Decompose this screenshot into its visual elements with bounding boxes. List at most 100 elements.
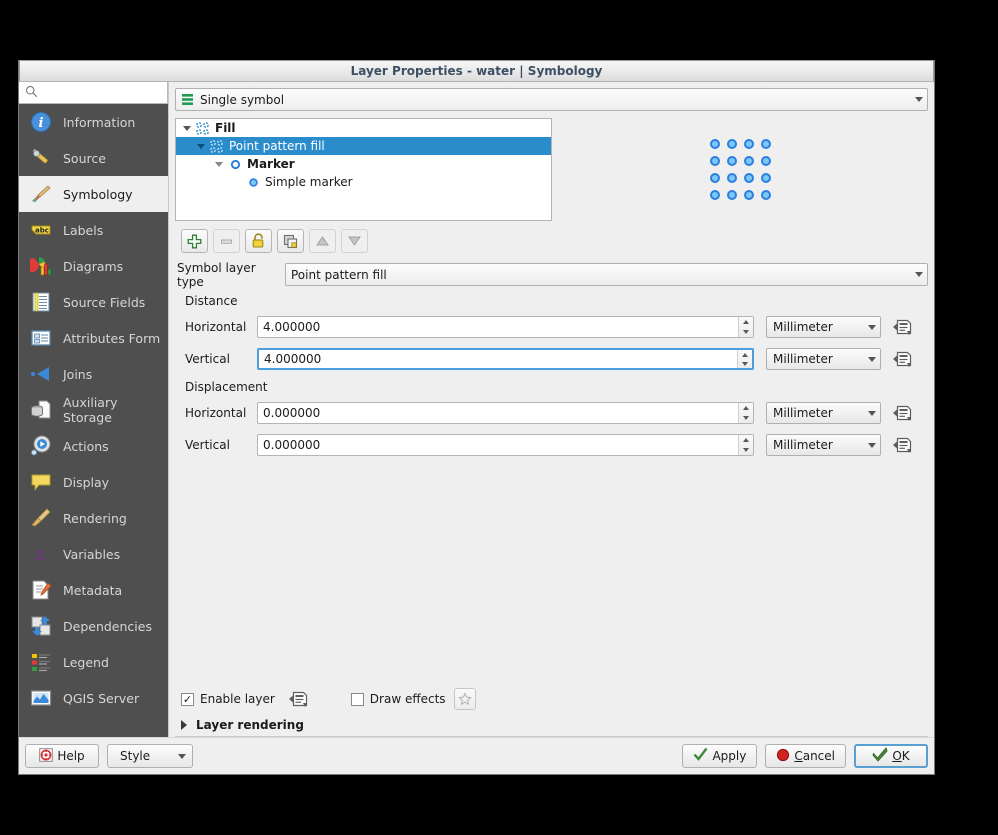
- sidebar-item-display[interactable]: Display: [19, 464, 168, 500]
- abc-icon: abc: [29, 218, 53, 242]
- symbol-layers-tree[interactable]: Fill Point pattern fill: [175, 118, 552, 221]
- add-symbol-layer-button[interactable]: [181, 229, 208, 253]
- sidebar-item-qgis-server[interactable]: QGIS Server: [19, 680, 168, 716]
- unit-label: Millimeter: [773, 406, 862, 420]
- sidebar-item-label: Legend: [63, 655, 109, 670]
- displacement-horizontal-input[interactable]: [258, 403, 738, 423]
- expand-toggle[interactable]: [194, 144, 208, 149]
- renderer-type-label: Single symbol: [200, 93, 909, 107]
- distance-vertical-data-defined-override-button[interactable]: [891, 348, 913, 370]
- preview-dot: [710, 173, 720, 183]
- distance-vertical-input[interactable]: [259, 350, 737, 368]
- draw-effects-settings-button[interactable]: [454, 688, 476, 710]
- duplicate-symbol-layer-button[interactable]: [277, 229, 304, 253]
- move-up-button[interactable]: [309, 229, 336, 253]
- distance-vertical-spinbox[interactable]: [257, 348, 754, 370]
- preview-dot: [744, 139, 754, 149]
- sidebar-item-metadata[interactable]: Metadata: [19, 572, 168, 608]
- spin-down-button[interactable]: [739, 413, 753, 423]
- style-button[interactable]: Style: [107, 744, 193, 768]
- spin-down-button[interactable]: [738, 359, 752, 368]
- sidebar-item-symbology[interactable]: Symbology: [19, 176, 168, 212]
- display-icon: [29, 470, 53, 494]
- sidebar-item-variables[interactable]: ε Variables: [19, 536, 168, 572]
- draw-effects-checkbox[interactable]: [351, 693, 364, 706]
- sidebar-item-actions[interactable]: Actions: [19, 428, 168, 464]
- displacement-vertical-spinbox[interactable]: [257, 434, 754, 456]
- server-icon: [29, 686, 53, 710]
- enable-layer-checkbox[interactable]: ✓: [181, 693, 194, 706]
- spin-buttons[interactable]: [737, 350, 752, 368]
- displacement-horizontal-data-defined-override-button[interactable]: [891, 402, 913, 424]
- displacement-vertical-unit-combo[interactable]: Millimeter: [766, 434, 881, 456]
- renderer-type-combo[interactable]: Single symbol: [175, 88, 928, 111]
- lock-layer-color-button[interactable]: [245, 229, 272, 253]
- tree-row[interactable]: Simple marker: [176, 173, 551, 191]
- spin-up-button[interactable]: [738, 350, 752, 359]
- point-pattern-fill-icon: [194, 122, 212, 135]
- ok-button-label: OK: [892, 749, 909, 763]
- spin-buttons[interactable]: [738, 435, 753, 455]
- sidebar-item-joins[interactable]: Joins: [19, 356, 168, 392]
- tree-row[interactable]: Fill: [176, 119, 551, 137]
- symbol-layer-form: Symbol layer type Point pattern fill Dis…: [175, 260, 928, 461]
- chevron-down-icon: [178, 754, 186, 759]
- help-button[interactable]: Help: [25, 744, 99, 768]
- layer-rendering-section-toggle[interactable]: Layer rendering: [175, 713, 928, 737]
- preview-dot: [727, 190, 737, 200]
- preview-dot: [727, 139, 737, 149]
- help-icon: [39, 748, 53, 765]
- cancel-button[interactable]: Cancel: [765, 744, 846, 768]
- sidebar-item-rendering[interactable]: Rendering: [19, 500, 168, 536]
- sidebar-item-diagrams[interactable]: Diagrams: [19, 248, 168, 284]
- spin-up-button[interactable]: [739, 403, 753, 413]
- spin-buttons[interactable]: [738, 403, 753, 423]
- displacement-vertical-data-defined-override-button[interactable]: [891, 434, 913, 456]
- spin-buttons[interactable]: [738, 317, 753, 337]
- distance-horizontal-input[interactable]: [258, 317, 738, 337]
- distance-vertical-unit-combo[interactable]: Millimeter: [766, 348, 881, 370]
- chevron-down-icon: [868, 443, 876, 448]
- spin-down-button[interactable]: [739, 445, 753, 455]
- sidebar-item-source-fields[interactable]: Source Fields: [19, 284, 168, 320]
- move-down-button[interactable]: [341, 229, 368, 253]
- displacement-horizontal-spinbox[interactable]: [257, 402, 754, 424]
- marker-icon: [226, 159, 244, 170]
- variables-icon: ε: [29, 542, 53, 566]
- displacement-horizontal-unit-combo[interactable]: Millimeter: [766, 402, 881, 424]
- spin-down-button[interactable]: [739, 327, 753, 337]
- sidebar-item-information[interactable]: i Information: [19, 104, 168, 140]
- unit-label: Millimeter: [773, 438, 862, 452]
- sidebar-item-labels[interactable]: abc Labels: [19, 212, 168, 248]
- preview-dot: [761, 156, 771, 166]
- sidebar-item-dependencies[interactable]: Dependencies: [19, 608, 168, 644]
- sidebar-item-attributes-form[interactable]: Attributes Form: [19, 320, 168, 356]
- distance-horizontal-unit-combo[interactable]: Millimeter: [766, 316, 881, 338]
- displacement-vertical-input[interactable]: [258, 435, 738, 455]
- symbology-panel: Single symbol: [168, 82, 934, 737]
- preview-dot: [761, 173, 771, 183]
- expand-toggle[interactable]: [180, 126, 194, 131]
- sidebar-item-legend[interactable]: Legend: [19, 644, 168, 680]
- distance-horizontal-spinbox[interactable]: [257, 316, 754, 338]
- preview-dot: [727, 173, 737, 183]
- enable-layer-data-defined-override-button[interactable]: [287, 688, 309, 710]
- tree-row[interactable]: Marker: [176, 155, 551, 173]
- spin-up-button[interactable]: [739, 435, 753, 445]
- sidebar-item-auxiliary-storage[interactable]: Auxiliary Storage: [19, 392, 168, 428]
- symbol-layer-type-combo[interactable]: Point pattern fill: [285, 263, 928, 286]
- expand-toggle[interactable]: [212, 162, 226, 167]
- sidebar-item-source[interactable]: Source: [19, 140, 168, 176]
- draw-effects-label: Draw effects: [370, 692, 446, 706]
- check-icon: [693, 747, 708, 765]
- distance-horizontal-data-defined-override-button[interactable]: [891, 316, 913, 338]
- apply-button[interactable]: Apply: [682, 744, 757, 768]
- remove-symbol-layer-button[interactable]: [213, 229, 240, 253]
- cancel-mnemonic: C: [794, 749, 802, 763]
- tree-row[interactable]: Point pattern fill: [176, 137, 551, 155]
- spin-up-button[interactable]: [739, 317, 753, 327]
- panel-spacer: [175, 461, 928, 685]
- search-box[interactable]: [19, 82, 168, 104]
- ok-button[interactable]: OK: [854, 744, 928, 768]
- symbol-preview: [706, 136, 774, 204]
